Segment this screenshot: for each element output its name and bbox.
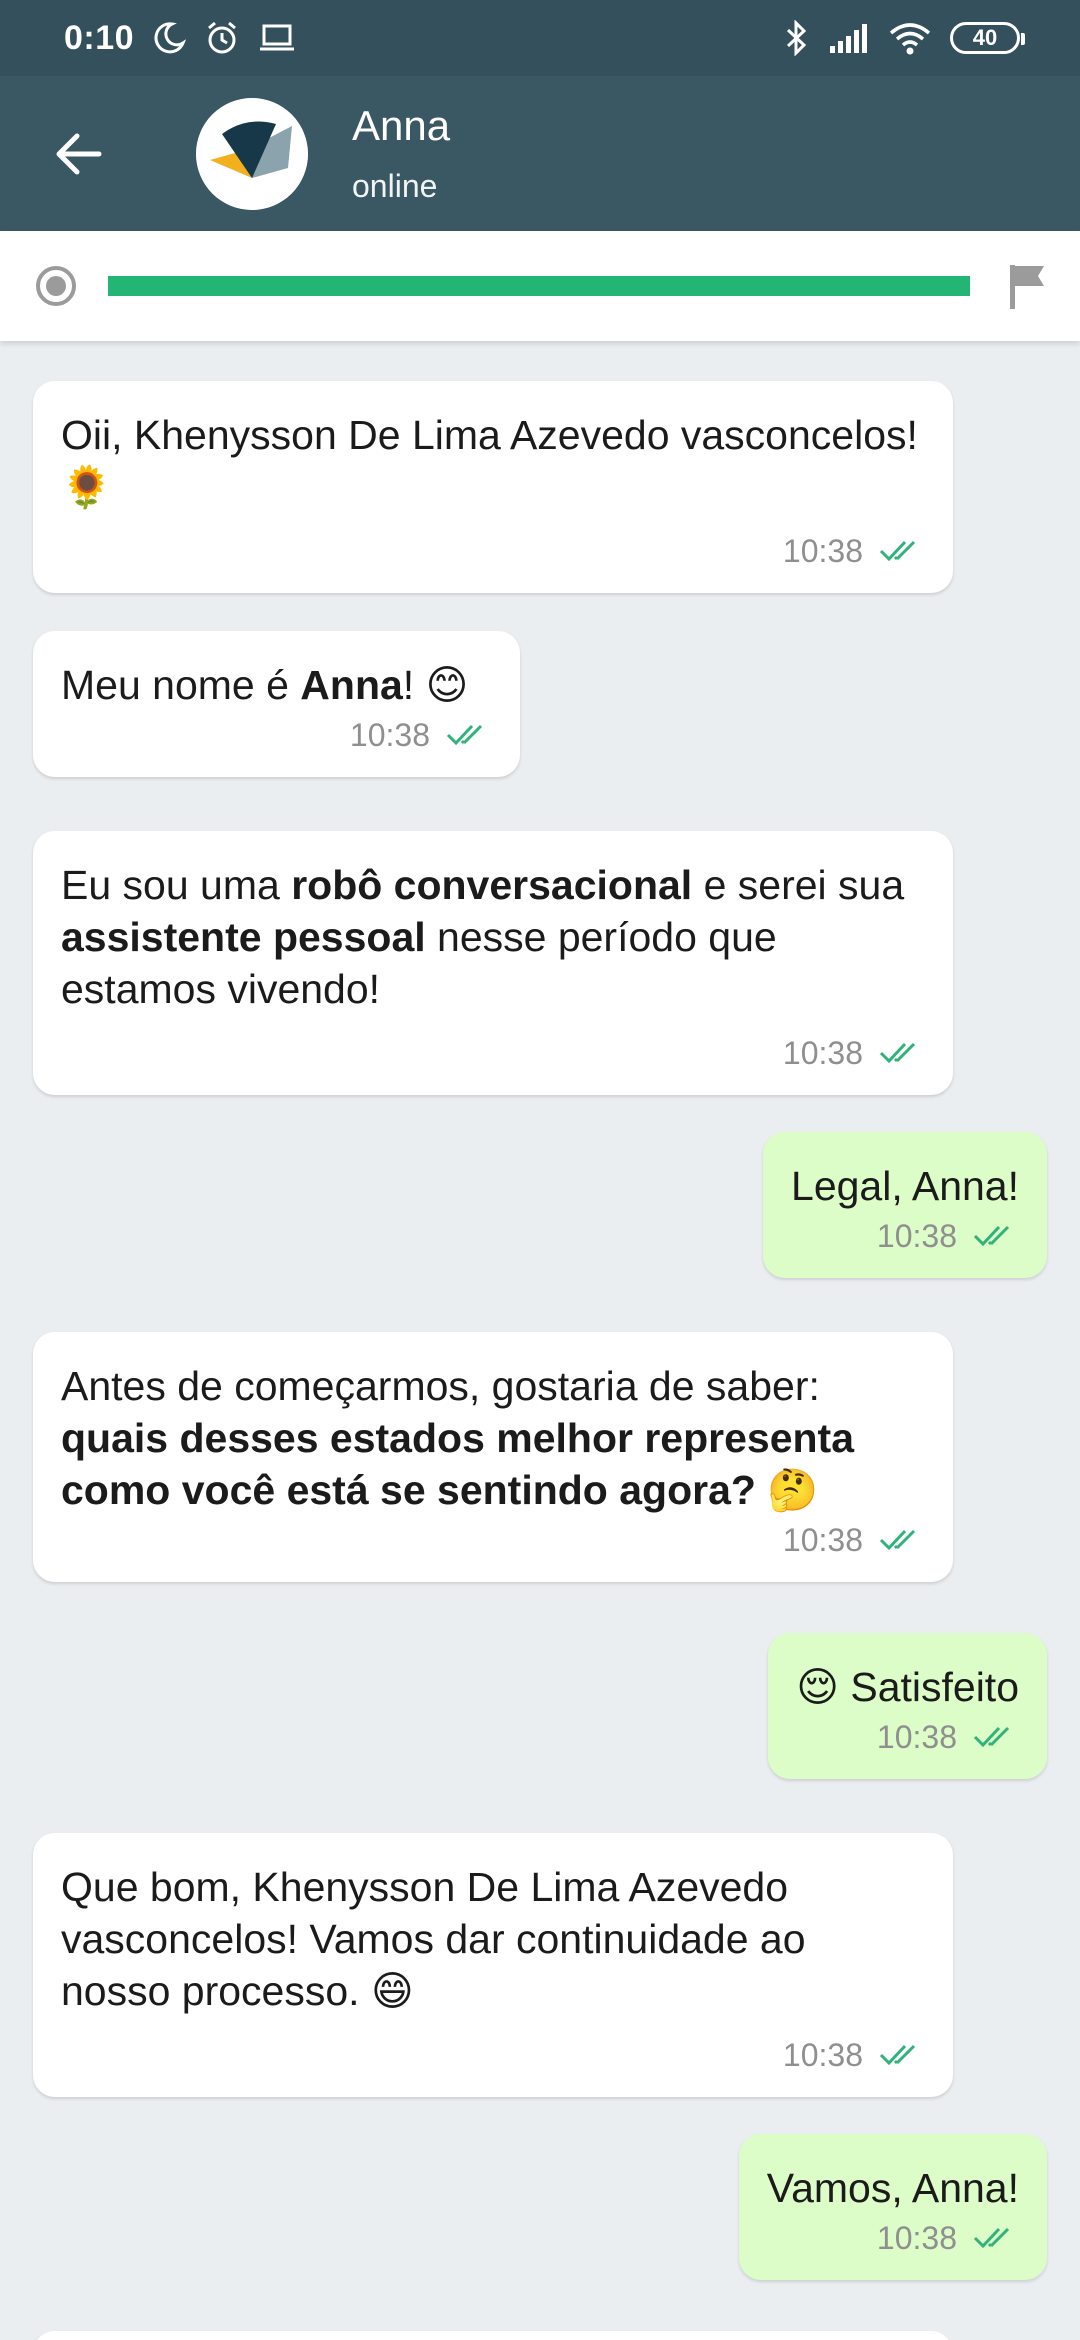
laptop-icon — [258, 22, 296, 54]
read-ticks-icon — [879, 1529, 916, 1551]
arrow-left-icon — [56, 133, 102, 174]
message-time: 10:38 — [876, 1218, 957, 1254]
message-text: 😌 Satisfeito — [796, 1664, 1019, 1710]
message-incoming[interactable]: Que bom, Khenysson De Lima Azevedo vasco… — [33, 1833, 953, 2097]
message-text: Vamos, Anna! — [766, 2165, 1019, 2211]
message-text: Eu sou uma robô conversacional e serei s… — [61, 862, 905, 1012]
chat-messages[interactable]: Oii, Khenysson De Lima Azevedo vasconcel… — [0, 341, 1080, 2340]
message-time: 10:38 — [876, 2220, 957, 2256]
flag-icon — [1010, 265, 1044, 309]
message-time: 10:38 — [349, 717, 430, 753]
contact-name: Anna — [352, 101, 451, 149]
read-ticks-icon — [879, 1042, 916, 1064]
message-time: 10:38 — [782, 1035, 863, 1071]
status-bar: 0:10 40 — [0, 0, 1080, 76]
message-outgoing[interactable]: 😌 Satisfeito 10:38 — [768, 1633, 1047, 1779]
radio-start-icon — [36, 266, 76, 306]
message-time: 10:38 — [782, 1522, 863, 1558]
message-outgoing[interactable]: Vamos, Anna! 10:38 — [738, 2134, 1047, 2280]
read-ticks-icon — [879, 540, 916, 562]
read-ticks-icon — [973, 2227, 1010, 2249]
anna-logo-icon — [196, 97, 308, 210]
back-button[interactable] — [38, 114, 118, 194]
signal-icon — [828, 22, 870, 54]
message-text: Antes de começarmos, gostaria de saber: … — [61, 1363, 855, 1513]
contact-status: online — [352, 167, 438, 204]
message-text: Oii, Khenysson De Lima Azevedo vasconcel… — [61, 412, 918, 510]
message-text: Legal, Anna! — [791, 1163, 1019, 1209]
message-incoming-partial[interactable] — [33, 2331, 953, 2340]
message-text: Que bom, Khenysson De Lima Azevedo vasco… — [61, 1864, 806, 2014]
wifi-icon — [888, 21, 932, 55]
progress-track — [108, 276, 970, 296]
battery-icon: 40 — [950, 22, 1025, 54]
message-time: 10:38 — [782, 533, 863, 569]
message-outgoing[interactable]: Legal, Anna! 10:38 — [763, 1132, 1047, 1278]
message-incoming[interactable]: Meu nome é Anna! 😊 10:38 — [33, 631, 520, 777]
progress-fill — [108, 276, 970, 296]
contact-info[interactable]: Anna online — [352, 100, 450, 208]
avatar[interactable] — [196, 97, 308, 210]
progress-section — [0, 231, 1080, 341]
alarm-icon — [204, 20, 240, 56]
message-time: 10:38 — [876, 1719, 957, 1755]
bluetooth-icon — [784, 20, 810, 56]
message-text: Meu nome é Anna! 😊 — [61, 662, 469, 708]
moon-icon — [152, 21, 187, 55]
message-incoming[interactable]: Oii, Khenysson De Lima Azevedo vasconcel… — [33, 381, 953, 593]
battery-level: 40 — [972, 25, 998, 50]
read-ticks-icon — [879, 2044, 916, 2066]
chat-header: Anna online — [0, 76, 1080, 231]
read-ticks-icon — [973, 1225, 1010, 1247]
message-time: 10:38 — [782, 2037, 863, 2073]
read-ticks-icon — [973, 1726, 1010, 1748]
message-incoming[interactable]: Antes de começarmos, gostaria de saber: … — [33, 1332, 953, 1582]
message-incoming[interactable]: Eu sou uma robô conversacional e serei s… — [33, 831, 953, 1095]
status-time: 0:10 — [64, 18, 135, 57]
read-ticks-icon — [446, 724, 483, 746]
